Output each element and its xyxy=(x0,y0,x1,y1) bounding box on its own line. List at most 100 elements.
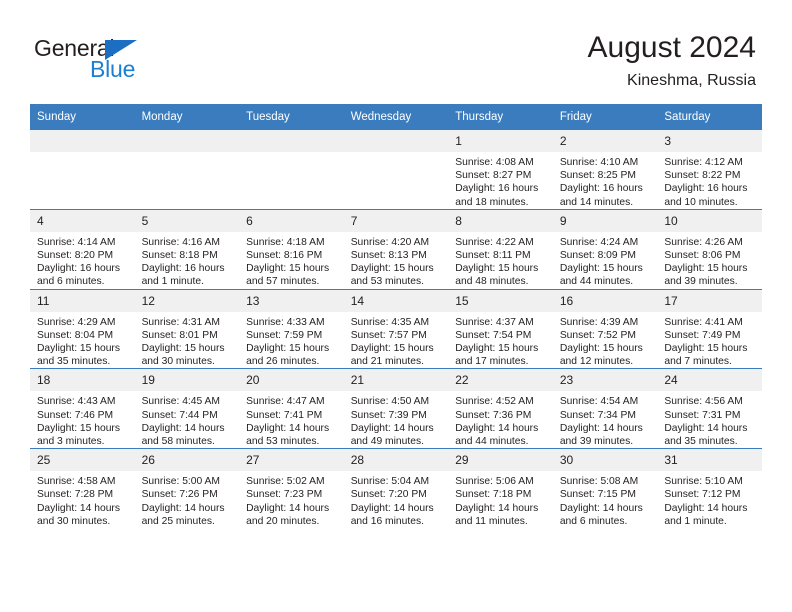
day-daylight-2-text: and 49 minutes. xyxy=(350,436,424,448)
day-sunset-text: Sunset: 7:31 PM xyxy=(664,409,741,421)
calendar-day-cell[interactable]: 30 Sunrise: 5:08 AM Sunset: 7:15 PM Dayligh… xyxy=(552,448,658,529)
day-daylight-1-text: Daylight: 15 hours xyxy=(559,263,643,275)
page-subtitle-location: Kineshma, Russia xyxy=(627,72,756,89)
calendar-day-cell[interactable]: 27 Sunrise: 5:02 AM Sunset: 7:23 PM Dayligh… xyxy=(239,448,344,529)
day-daylight-1-text: Daylight: 14 hours xyxy=(350,502,434,514)
calendar-day-cell[interactable]: 25 Sunrise: 4:58 AM Sunset: 7:28 PM Dayligh… xyxy=(30,448,135,529)
day-daylight-2-text: and 20 minutes. xyxy=(246,515,320,527)
calendar-day-cell[interactable]: 20 Sunrise: 4:47 AM Sunset: 7:41 PM Dayligh… xyxy=(239,368,344,449)
day-daylight-2-text: and 35 minutes. xyxy=(37,356,111,368)
day-daylight-2-text: and 1 minute. xyxy=(141,276,204,288)
day-sunrise-text: Sunrise: 5:08 AM xyxy=(559,476,639,488)
day-number: 27 xyxy=(239,449,344,472)
day-daylight-2-text: and 53 minutes. xyxy=(350,276,424,288)
calendar-day-cell[interactable]: 3 Sunrise: 4:12 AM Sunset: 8:22 PM Daylight… xyxy=(657,129,762,210)
calendar-day-cell[interactable]: 9 Sunrise: 4:24 AM Sunset: 8:09 PM Daylight… xyxy=(552,208,658,290)
calendar-day-cell[interactable]: 8 Sunrise: 4:22 AM Sunset: 8:11 PM Daylight… xyxy=(448,208,553,290)
day-sunset-text: Sunset: 7:15 PM xyxy=(559,489,636,501)
calendar-day-cell[interactable]: 23 Sunrise: 4:54 AM Sunset: 7:34 PM Dayligh… xyxy=(552,368,658,449)
calendar-day-cell[interactable]: 6 Sunrise: 4:18 AM Sunset: 8:16 PM Daylight… xyxy=(239,208,344,290)
calendar-day-cell[interactable]: 12 Sunrise: 4:31 AM Sunset: 8:01 PM Dayligh… xyxy=(134,288,240,369)
day-daylight-1-text: Daylight: 15 hours xyxy=(37,343,120,355)
weekday-header-monday: Monday xyxy=(134,104,240,130)
day-details: Sunrise: 4:56 AM Sunset: 7:31 PM Daylight:… xyxy=(657,391,762,448)
day-daylight-1-text: Daylight: 14 hours xyxy=(246,502,330,514)
day-daylight-2-text: and 57 minutes. xyxy=(246,276,320,288)
day-details: Sunrise: 5:00 AM Sunset: 7:26 PM Daylight:… xyxy=(135,471,240,528)
day-daylight-2-text: and 12 minutes. xyxy=(559,356,634,368)
day-daylight-1-text: Daylight: 15 hours xyxy=(664,263,748,275)
day-sunset-text: Sunset: 7:44 PM xyxy=(141,409,218,421)
calendar-day-cell[interactable]: 18 Sunrise: 4:43 AM Sunset: 7:46 PM Dayligh… xyxy=(30,368,135,449)
calendar-day-cell[interactable]: 19 Sunrise: 4:45 AM Sunset: 7:44 PM Dayligh… xyxy=(134,368,240,449)
day-daylight-2-text: and 25 minutes. xyxy=(141,515,215,527)
day-number xyxy=(343,130,449,152)
day-number xyxy=(239,130,344,152)
calendar-day-cell[interactable]: 7 Sunrise: 4:20 AM Sunset: 8:13 PM Daylight… xyxy=(343,208,449,290)
day-daylight-1-text: Daylight: 14 hours xyxy=(559,422,643,434)
day-sunrise-text: Sunrise: 4:56 AM xyxy=(664,396,743,408)
day-daylight-2-text: and 35 minutes. xyxy=(664,436,738,448)
calendar-day-cell[interactable]: 22 Sunrise: 4:52 AM Sunset: 7:36 PM Dayligh… xyxy=(448,368,553,449)
general-blue-logo[interactable]: General Blue xyxy=(34,36,264,86)
day-daylight-2-text: and 14 minutes. xyxy=(559,196,634,208)
day-details: Sunrise: 4:45 AM Sunset: 7:44 PM Daylight:… xyxy=(135,391,240,448)
day-number: 6 xyxy=(239,209,344,232)
day-details: Sunrise: 4:43 AM Sunset: 7:46 PM Daylight:… xyxy=(30,391,135,448)
calendar-day-cell[interactable]: 26 Sunrise: 5:00 AM Sunset: 7:26 PM Dayligh… xyxy=(134,448,240,529)
calendar-day-cell[interactable]: 29 Sunrise: 5:06 AM Sunset: 7:18 PM Dayligh… xyxy=(448,448,553,529)
calendar-day-cell[interactable]: 31 Sunrise: 5:10 AM Sunset: 7:12 PM Dayligh… xyxy=(657,448,762,529)
day-sunset-text: Sunset: 7:26 PM xyxy=(141,489,218,501)
day-daylight-1-text: Daylight: 14 hours xyxy=(664,502,748,514)
day-sunrise-text: Sunrise: 5:06 AM xyxy=(455,476,534,488)
calendar-day-cell[interactable]: 11 Sunrise: 4:29 AM Sunset: 8:04 PM Dayligh… xyxy=(30,288,135,369)
weekday-header-saturday: Saturday xyxy=(657,104,762,130)
day-sunrise-text: Sunrise: 4:26 AM xyxy=(664,236,743,248)
calendar-day-cell[interactable]: 1 Sunrise: 4:08 AM Sunset: 8:27 PM Daylight… xyxy=(448,129,553,210)
day-sunset-text: Sunset: 7:54 PM xyxy=(455,329,532,341)
day-number: 12 xyxy=(134,289,240,312)
calendar-day-cell[interactable]: 4 Sunrise: 4:14 AM Sunset: 8:20 PM Daylight… xyxy=(30,208,135,290)
day-number: 11 xyxy=(30,289,135,312)
day-sunrise-text: Sunrise: 4:35 AM xyxy=(350,316,430,328)
day-sunrise-text: Sunrise: 4:14 AM xyxy=(37,236,116,248)
calendar-day-cell[interactable]: 28 Sunrise: 5:04 AM Sunset: 7:20 PM Dayligh… xyxy=(343,448,449,529)
day-number: 22 xyxy=(448,369,553,392)
calendar-day-cell-empty xyxy=(239,129,344,210)
calendar-day-cell[interactable]: 5 Sunrise: 4:16 AM Sunset: 8:18 PM Daylight… xyxy=(134,208,240,290)
day-number: 15 xyxy=(448,289,553,312)
calendar-page: General Blue August 2024 Kineshma, Russi… xyxy=(0,0,792,612)
day-sunset-text: Sunset: 7:20 PM xyxy=(350,489,427,501)
day-sunset-text: Sunset: 8:04 PM xyxy=(37,329,114,341)
day-sunset-text: Sunset: 7:52 PM xyxy=(559,329,636,341)
calendar-day-cell[interactable]: 16 Sunrise: 4:39 AM Sunset: 7:52 PM Dayligh… xyxy=(552,288,658,369)
day-daylight-1-text: Daylight: 14 hours xyxy=(141,502,225,514)
calendar-day-cell[interactable]: 13 Sunrise: 4:33 AM Sunset: 7:59 PM Dayligh… xyxy=(239,288,344,369)
day-sunrise-text: Sunrise: 4:50 AM xyxy=(350,396,430,408)
calendar-day-cell[interactable]: 2 Sunrise: 4:10 AM Sunset: 8:25 PM Daylight… xyxy=(552,129,658,210)
day-daylight-1-text: Daylight: 15 hours xyxy=(455,343,539,355)
calendar-day-cell-empty xyxy=(134,129,240,210)
calendar-day-cell[interactable]: 21 Sunrise: 4:50 AM Sunset: 7:39 PM Dayligh… xyxy=(343,368,449,449)
day-details: Sunrise: 4:12 AM Sunset: 8:22 PM Daylight:… xyxy=(657,152,762,209)
calendar-day-cell[interactable]: 15 Sunrise: 4:37 AM Sunset: 7:54 PM Dayligh… xyxy=(448,288,553,369)
weekday-header-friday: Friday xyxy=(552,104,658,130)
day-sunset-text: Sunset: 8:11 PM xyxy=(455,250,531,262)
weekday-header-row: Sunday Monday Tuesday Wednesday Thursday… xyxy=(30,104,762,130)
calendar-day-cell[interactable]: 14 Sunrise: 4:35 AM Sunset: 7:57 PM Dayligh… xyxy=(343,288,449,369)
day-sunset-text: Sunset: 7:57 PM xyxy=(350,329,427,341)
calendar-header-row: Sunday Monday Tuesday Wednesday Thursday… xyxy=(30,104,762,130)
day-number: 23 xyxy=(552,369,658,392)
calendar-day-cell[interactable]: 17 Sunrise: 4:41 AM Sunset: 7:49 PM Dayligh… xyxy=(657,288,762,369)
calendar-day-cell[interactable]: 10 Sunrise: 4:26 AM Sunset: 8:06 PM Dayligh… xyxy=(657,208,762,290)
day-number: 2 xyxy=(552,130,658,152)
calendar-day-cell[interactable]: 24 Sunrise: 4:56 AM Sunset: 7:31 PM Dayligh… xyxy=(657,368,762,449)
day-details: Sunrise: 4:14 AM Sunset: 8:20 PM Daylight:… xyxy=(30,232,135,289)
day-daylight-2-text: and 11 minutes. xyxy=(455,515,528,527)
day-details: Sunrise: 4:31 AM Sunset: 8:01 PM Daylight:… xyxy=(135,312,240,369)
day-number: 24 xyxy=(657,369,762,392)
day-daylight-2-text: and 58 minutes. xyxy=(141,436,215,448)
day-sunset-text: Sunset: 8:27 PM xyxy=(455,170,532,182)
day-daylight-1-text: Daylight: 14 hours xyxy=(455,422,539,434)
day-number: 28 xyxy=(343,449,449,472)
